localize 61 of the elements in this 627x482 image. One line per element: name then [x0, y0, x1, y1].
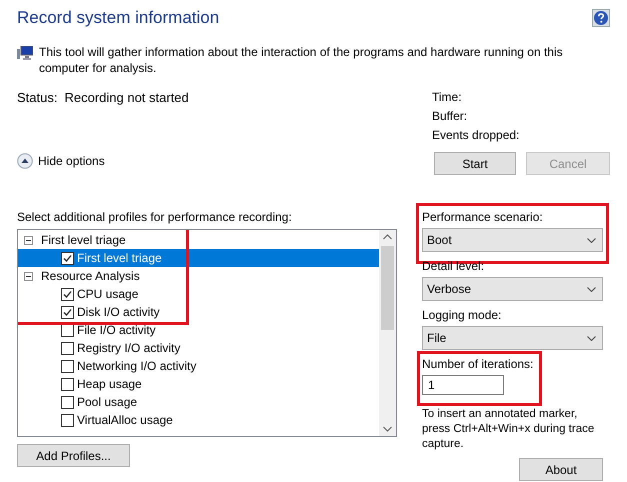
- profile-label: File I/O activity: [77, 323, 156, 337]
- status-label: Status:: [17, 90, 58, 105]
- profile-label: Registry I/O activity: [77, 341, 180, 355]
- profile-label: CPU usage: [77, 287, 138, 301]
- dropdown[interactable]: Verbose: [422, 277, 603, 301]
- profile-label: Pool usage: [77, 395, 138, 409]
- checkbox[interactable]: [61, 414, 74, 426]
- tree-item-row[interactable]: Disk I/O activity: [18, 303, 379, 321]
- checkbox[interactable]: [61, 342, 74, 354]
- group-label: Resource Analysis: [41, 269, 140, 283]
- checkbox[interactable]: [61, 252, 74, 264]
- scrollbar[interactable]: [379, 230, 396, 436]
- tree-item-row[interactable]: File I/O activity: [18, 321, 379, 339]
- start-button[interactable]: Start: [434, 152, 516, 175]
- profile-label: Heap usage: [77, 377, 142, 391]
- computer-icon: [17, 46, 33, 60]
- tree-item-row[interactable]: Heap usage: [18, 375, 379, 393]
- profiles-label: Select additional profiles for performance recording:: [17, 209, 293, 225]
- checkbox[interactable]: [61, 396, 74, 408]
- stat-label: Events dropped:: [432, 128, 520, 142]
- tree-item-row[interactable]: Registry I/O activity: [18, 339, 379, 357]
- chevron-down-icon: [587, 286, 596, 292]
- tree-item-row[interactable]: First level triage: [18, 249, 379, 267]
- stat-label: Time:: [432, 90, 463, 104]
- dropdown[interactable]: Boot: [422, 228, 603, 252]
- profile-label: Disk I/O activity: [77, 305, 160, 319]
- help-icon[interactable]: [592, 9, 610, 27]
- tree-item-row[interactable]: CPU usage: [18, 285, 379, 303]
- about-button[interactable]: About: [519, 458, 603, 481]
- profile-tree[interactable]: First level triage First level triage Resource Analysis CPU usage Disk I/O activity File I/O activity Registry I/O activity Networking I/O activity Heap usage Pool usage VirtualAlloc usage: [17, 229, 397, 437]
- checkbox[interactable]: [61, 360, 74, 372]
- tree-item-row[interactable]: Networking I/O activity: [18, 357, 379, 375]
- tree-item-row[interactable]: VirtualAlloc usage: [18, 411, 379, 429]
- profile-label: First level triage: [77, 251, 162, 265]
- scrollbar-thumb[interactable]: [381, 246, 394, 330]
- checkbox[interactable]: [61, 378, 74, 390]
- chevron-down-icon: [587, 336, 596, 340]
- status-value: Recording not started: [64, 90, 189, 105]
- tree-item-row[interactable]: Pool usage: [18, 393, 379, 411]
- profile-label: Networking I/O activity: [77, 359, 196, 373]
- dropdown[interactable]: File: [422, 326, 603, 350]
- setting-label: Number of iterations:: [422, 356, 534, 372]
- add-profiles-button[interactable]: Add Profiles...: [17, 444, 130, 467]
- window-title: Record system information: [17, 8, 220, 28]
- setting-label: Performance scenario:: [422, 209, 544, 225]
- group-label: First level triage: [41, 233, 126, 247]
- checkbox[interactable]: [61, 306, 74, 318]
- tree-group-row[interactable]: First level triage: [18, 231, 379, 249]
- chevron-down-icon: [587, 238, 596, 242]
- collapse-icon[interactable]: [24, 272, 33, 280]
- checkbox[interactable]: [61, 324, 74, 336]
- stat-label: Buffer:: [432, 109, 468, 123]
- tree-group-row[interactable]: Resource Analysis: [18, 267, 379, 285]
- collapse-icon[interactable]: [24, 236, 33, 244]
- profile-label: VirtualAlloc usage: [77, 413, 173, 427]
- checkbox[interactable]: [61, 288, 74, 300]
- iterations-field[interactable]: 1: [422, 375, 504, 395]
- description-text: This tool will gather information about the interaction of the programs and hardware running on this computer for analysis.: [39, 44, 564, 76]
- hide-options-toggle[interactable]: Hide options: [17, 153, 430, 169]
- setting-label: Logging mode:: [422, 307, 502, 323]
- hint-text: To insert an annotated marker, press Ctrl+Alt+Win+x during trace capture.: [422, 407, 596, 452]
